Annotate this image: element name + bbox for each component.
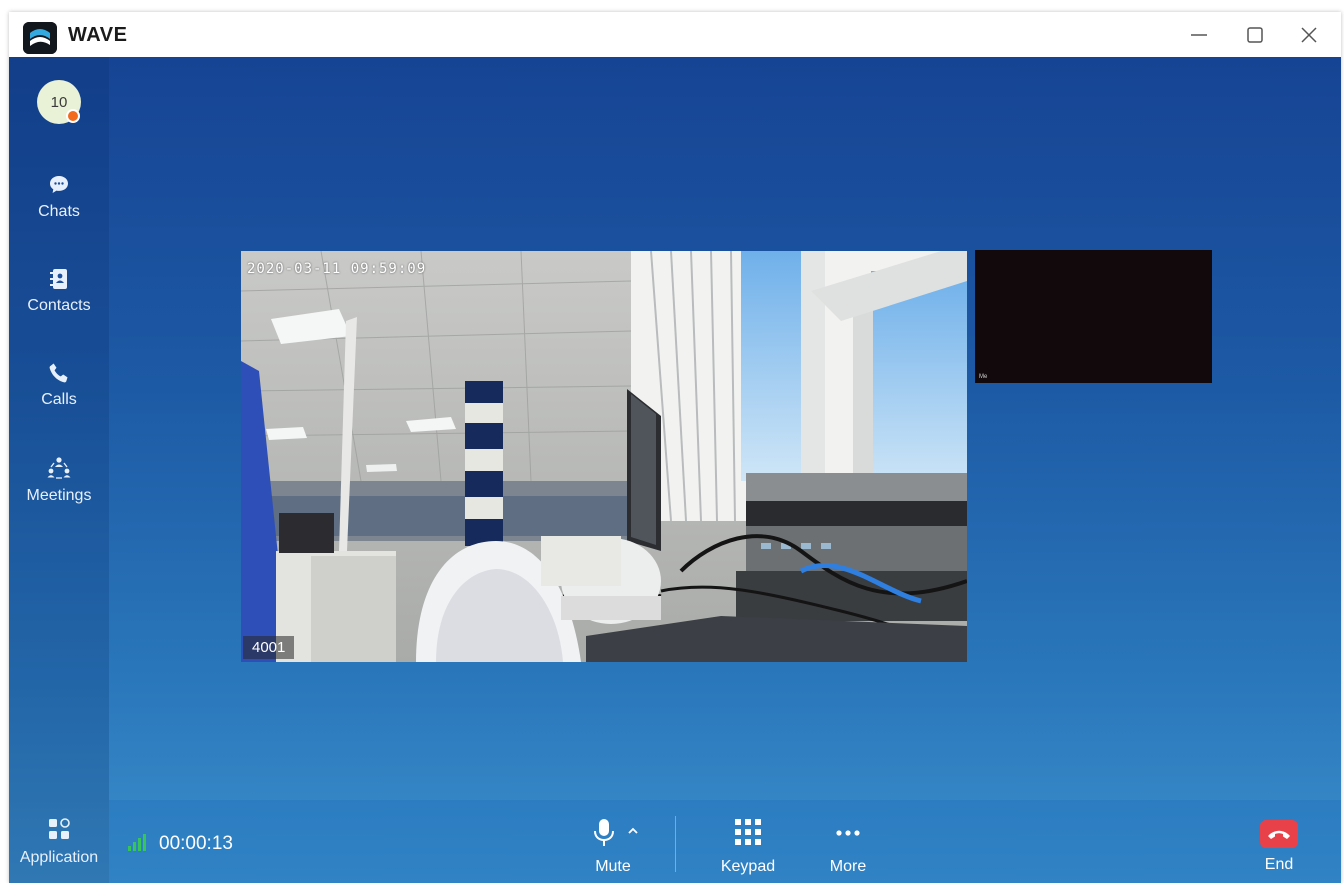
meetings-icon xyxy=(47,457,71,479)
mute-label: Mute xyxy=(595,858,631,875)
caller-id-label: 4001 xyxy=(243,636,295,659)
remote-video-frame xyxy=(241,251,967,662)
call-view: 10 Chats Contacts Calls Meetings 2020-03… xyxy=(9,57,1341,883)
control-divider xyxy=(675,816,676,872)
phone-icon xyxy=(49,363,68,383)
end-call-label: End xyxy=(1264,856,1294,873)
maximize-icon xyxy=(1247,27,1263,43)
application-label: Application xyxy=(19,849,99,866)
presence-indicator xyxy=(66,109,80,123)
end-call-button[interactable]: End xyxy=(1254,820,1304,874)
sidebar-item-label: Meetings xyxy=(26,487,92,504)
more-button[interactable]: More xyxy=(813,816,883,876)
microphone-icon xyxy=(594,819,614,846)
app-window: WAVE 10 Chats Contacts Calls Meetings 20… xyxy=(9,12,1341,883)
minimize-button[interactable] xyxy=(1177,18,1221,52)
mute-button[interactable]: Mute xyxy=(583,816,643,876)
sidebar-item-chats[interactable]: Chats xyxy=(9,173,109,237)
minimize-icon xyxy=(1191,34,1207,36)
sidebar-item-calls[interactable]: Calls xyxy=(9,361,109,425)
end-call-icon xyxy=(1260,820,1298,848)
sidebar-item-application[interactable]: Application xyxy=(9,817,109,867)
close-icon xyxy=(1301,27,1317,43)
more-icon xyxy=(836,830,860,836)
more-label: More xyxy=(829,858,867,875)
chevron-up-icon[interactable] xyxy=(627,826,639,836)
keypad-label: Keypad xyxy=(720,858,776,875)
apps-icon xyxy=(49,818,70,839)
self-video[interactable]: Me xyxy=(975,250,1212,383)
keypad-button[interactable]: Keypad xyxy=(713,816,783,876)
sidebar-item-contacts[interactable]: Contacts xyxy=(9,267,109,331)
close-button[interactable] xyxy=(1287,18,1331,52)
sidebar-item-meetings[interactable]: Meetings xyxy=(9,455,109,519)
maximize-button[interactable] xyxy=(1233,18,1277,52)
self-video-label: Me xyxy=(979,374,988,380)
app-title: WAVE xyxy=(68,24,128,46)
signal-strength-icon xyxy=(128,834,146,851)
call-duration: 00:00:13 xyxy=(159,833,233,854)
keypad-icon xyxy=(735,819,761,845)
title-bar: WAVE xyxy=(9,12,1341,57)
sidebar-item-label: Calls xyxy=(41,391,77,408)
sidebar-item-label: Chats xyxy=(38,203,80,220)
sidebar: 10 Chats Contacts Calls Meetings xyxy=(9,57,109,883)
wave-logo-icon xyxy=(23,22,57,54)
video-timestamp: 2020-03-11 09:59:09 xyxy=(247,261,427,277)
contacts-icon xyxy=(50,269,67,289)
call-control-bar: 00:00:13 Mute Keypad More End xyxy=(109,800,1341,883)
remote-video[interactable]: 2020-03-11 09:59:09 4001 xyxy=(241,251,967,662)
chat-icon xyxy=(50,176,68,193)
sidebar-item-label: Contacts xyxy=(27,297,91,314)
